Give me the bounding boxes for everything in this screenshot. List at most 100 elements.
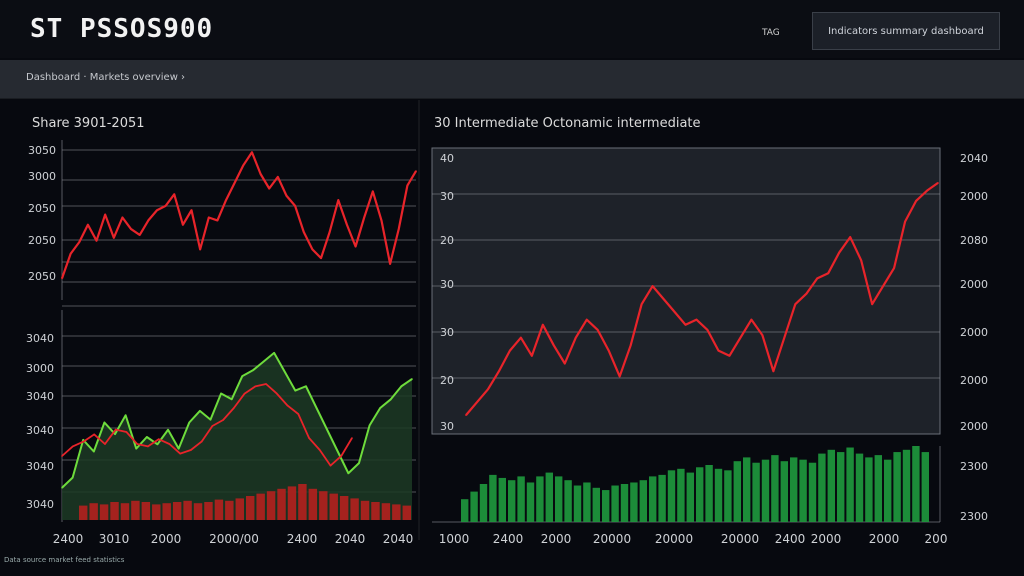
- left-top-point-7: [121, 216, 124, 219]
- right-bottom-bar-1: [470, 491, 478, 522]
- right-bottom-bar-30: [743, 457, 751, 522]
- left-top-point-14: [182, 223, 184, 226]
- right-top-point-24: [728, 354, 731, 357]
- left-bottom-volume-bar-9: [172, 502, 182, 520]
- right-bottom-bar-5: [508, 480, 516, 522]
- left-top-point-19: [225, 199, 227, 201]
- right-top-point-30: [794, 303, 797, 305]
- right-top-y2-tick-label-0: 2040: [960, 152, 988, 165]
- left-top-point-10: [147, 219, 150, 222]
- left-top-y-tick-label-1: 3000: [28, 170, 56, 183]
- left-bottom-green-point-32: [400, 385, 403, 388]
- chart-title-right: 30 Intermediate Octonamic intermediate: [434, 116, 701, 131]
- left-bottom-red-point-9: [157, 438, 160, 441]
- left-bottom-volume-bar-13: [214, 499, 224, 520]
- right-top-point-36: [860, 259, 862, 262]
- app-title: ST PSSOS900: [30, 14, 214, 44]
- right-bottom-y-tick-label-0: 2300: [960, 460, 988, 473]
- left-bottom-green-point-13: [199, 410, 201, 412]
- right-bottom-bar-16: [611, 485, 619, 522]
- left-top-point-17: [207, 216, 210, 219]
- left-top-point-34: [354, 245, 357, 248]
- right-bottom-bar-36: [799, 459, 807, 522]
- left-bottom-red-point-13: [200, 440, 203, 443]
- left-bottom-red-point-27: [351, 437, 353, 439]
- left-top-point-8: [130, 228, 132, 230]
- right-top-point-29: [783, 336, 786, 339]
- left-bottom-red-point-26: [340, 455, 343, 457]
- left-bottom-volume-bar-25: [339, 496, 349, 520]
- left-bottom-red-point-25: [329, 464, 332, 467]
- left-bottom-volume-bar-12: [204, 502, 213, 520]
- left-top-point-24: [268, 187, 271, 190]
- left-top-point-31: [328, 231, 331, 233]
- left-bottom-red-point-11: [179, 452, 181, 455]
- right-top-point-41: [915, 200, 917, 202]
- left-top-point-25: [277, 176, 279, 178]
- right-top-point-3: [498, 370, 500, 373]
- left-bottom-y-tick-label-2: 3040: [26, 390, 54, 403]
- right-bottom-bar-41: [846, 447, 854, 522]
- right-bottom-bar-48: [912, 446, 920, 522]
- left-top-point-35: [363, 216, 365, 219]
- left-bottom-volume-bar-5: [131, 500, 140, 520]
- right-bottom-bar-28: [724, 470, 732, 522]
- right-top-y2-tick-label-1: 2000: [960, 190, 988, 203]
- left-bottom-volume-bar-15: [235, 498, 244, 520]
- left-bottom-red-point-23: [308, 437, 310, 439]
- right-bottom-bar-17: [620, 484, 629, 522]
- right-top-y-tick-label-6: 30: [440, 420, 454, 433]
- right-bottom-bar-35: [790, 457, 798, 522]
- left-bottom-green-point-6: [124, 414, 127, 417]
- right-bottom-bar-9: [545, 472, 553, 522]
- right-bottom-x-tick-label-3: 20000: [593, 532, 631, 546]
- right-bottom-bar-40: [837, 452, 845, 522]
- left-bottom-x-tick-label-0: 2400: [53, 532, 84, 546]
- right-top-point-35: [849, 236, 851, 238]
- right-bottom-bar-27: [714, 468, 723, 522]
- right-bottom-bar-26: [705, 465, 713, 522]
- right-top-point-15: [629, 344, 632, 347]
- left-top-point-12: [164, 205, 167, 207]
- left-bottom-x-tick-label-3: 2000/00: [209, 532, 259, 546]
- left-bottom-red-point-2: [82, 440, 85, 443]
- right-top-point-22: [706, 329, 709, 331]
- right-bottom-bar-37: [808, 462, 817, 522]
- right-top-point-2: [487, 388, 489, 391]
- right-top-point-37: [871, 303, 873, 305]
- left-top-point-20: [233, 181, 236, 184]
- right-bottom-bar-34: [780, 461, 788, 522]
- left-top-point-16: [199, 248, 201, 251]
- left-bottom-green-point-30: [379, 407, 381, 409]
- left-bottom-red-point-4: [104, 443, 106, 445]
- left-bottom-volume-bar-22: [308, 488, 318, 520]
- right-top-point-25: [739, 336, 742, 339]
- right-bottom-bar-47: [902, 449, 911, 522]
- left-top-point-33: [346, 223, 348, 226]
- left-bottom-x-tick-label-6: 2040: [383, 532, 414, 546]
- left-bottom-green-point-12: [188, 421, 191, 424]
- left-bottom-volume-bar-14: [225, 500, 234, 520]
- left-top-point-21: [242, 164, 245, 167]
- left-bottom-volume-bar-29: [381, 503, 391, 520]
- left-bottom-volume-bar-30: [392, 504, 401, 520]
- breadcrumb[interactable]: Dashboard · Markets overview ›: [26, 72, 185, 83]
- right-top-y2-tick-label-5: 2000: [960, 374, 988, 387]
- right-bottom-bar-20: [649, 476, 657, 522]
- right-top-y-tick-label-3: 30: [440, 278, 454, 291]
- left-bottom-red-point-8: [147, 445, 149, 448]
- left-bottom-volume-bar-2: [99, 504, 109, 520]
- right-bottom-x-tick-label-9: 200: [925, 532, 948, 546]
- right-top-y2-tick-label-2: 2080: [960, 234, 988, 247]
- right-top-point-5: [520, 336, 522, 339]
- right-top-point-43: [937, 182, 939, 184]
- right-bottom-bar-32: [761, 459, 770, 522]
- left-bottom-volume-bar-17: [256, 493, 265, 520]
- left-bottom-red-point-21: [286, 404, 289, 407]
- left-top-y-tick-label-0: 3050: [28, 144, 56, 157]
- left-bottom-y-tick-label-0: 3040: [26, 332, 54, 345]
- right-top-point-33: [827, 272, 830, 275]
- left-top-y-tick-label-2: 2050: [28, 202, 56, 215]
- dashboard-button[interactable]: Indicators summary dashboard: [812, 12, 1000, 50]
- left-bottom-red-point-3: [93, 433, 96, 436]
